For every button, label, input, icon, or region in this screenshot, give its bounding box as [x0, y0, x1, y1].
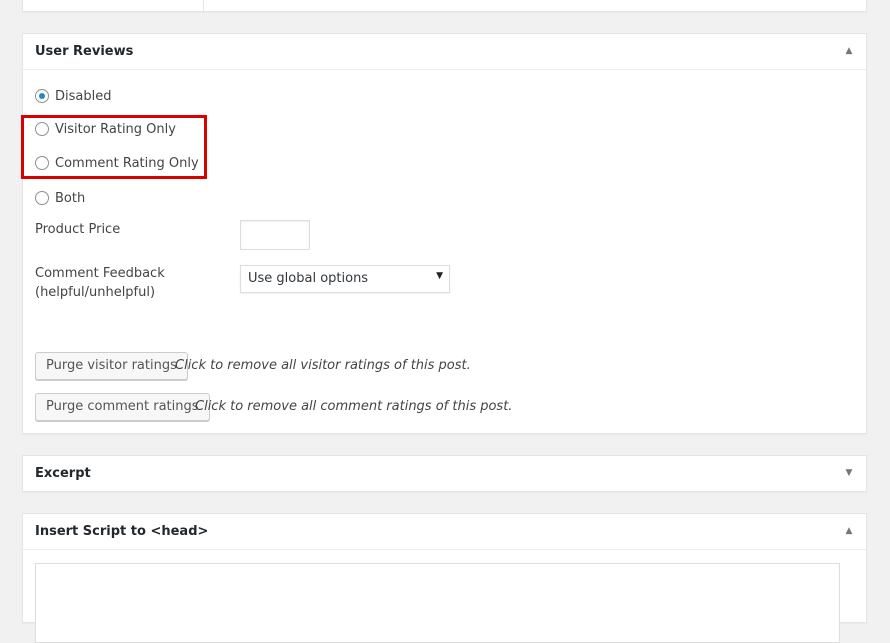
excerpt-header[interactable]: Excerpt ▼ — [23, 456, 866, 492]
dropdown-arrow-icon: ▼ — [436, 271, 443, 281]
user-reviews-metabox: User Reviews ▲ Disabled Visitor Rating O… — [21, 33, 867, 434]
collapse-arrow-icon[interactable]: ▲ — [844, 526, 854, 536]
collapse-arrow-icon[interactable]: ▲ — [844, 46, 854, 56]
excerpt-metabox: Excerpt ▼ — [22, 455, 867, 492]
radio-label: Both — [55, 190, 86, 206]
excerpt-title: Excerpt — [35, 466, 91, 481]
comment-feedback-label-line1: Comment Feedback — [35, 266, 165, 281]
user-reviews-header[interactable]: User Reviews ▲ — [23, 34, 866, 70]
radio-button-disabled[interactable] — [35, 89, 49, 103]
purge-visitor-ratings-button[interactable]: Purge visitor ratings — [35, 352, 188, 380]
radio-button-both[interactable] — [35, 191, 49, 205]
radio-option-both[interactable]: Both — [35, 189, 85, 207]
insert-script-title: Insert Script to <head> — [35, 524, 209, 539]
comment-feedback-select[interactable]: Use global options ▼ — [240, 265, 450, 293]
insert-script-textarea[interactable] — [35, 563, 840, 643]
expand-arrow-icon[interactable]: ▼ — [844, 468, 854, 478]
product-price-input[interactable] — [240, 220, 310, 250]
previous-metabox — [22, 0, 867, 12]
comment-feedback-label-line2: (helpful/unhelpful) — [35, 285, 156, 300]
purge-visitor-ratings-description: Click to remove all visitor ratings of t… — [175, 358, 471, 373]
insert-script-metabox: Insert Script to <head> ▲ — [22, 513, 867, 643]
purge-comment-ratings-description: Click to remove all comment ratings of t… — [195, 399, 513, 414]
highlight-box — [21, 115, 207, 179]
purge-comment-ratings-button[interactable]: Purge comment ratings — [35, 393, 210, 421]
metabox-divider — [203, 0, 204, 11]
comment-feedback-label: Comment Feedback (helpful/unhelpful) — [35, 264, 165, 302]
radio-option-disabled[interactable]: Disabled — [35, 87, 111, 105]
user-reviews-title: User Reviews — [35, 44, 134, 59]
radio-label: Disabled — [55, 88, 112, 104]
product-price-label: Product Price — [35, 222, 121, 237]
comment-feedback-selected-value: Use global options — [248, 271, 369, 286]
insert-script-header[interactable]: Insert Script to <head> ▲ — [23, 514, 866, 550]
